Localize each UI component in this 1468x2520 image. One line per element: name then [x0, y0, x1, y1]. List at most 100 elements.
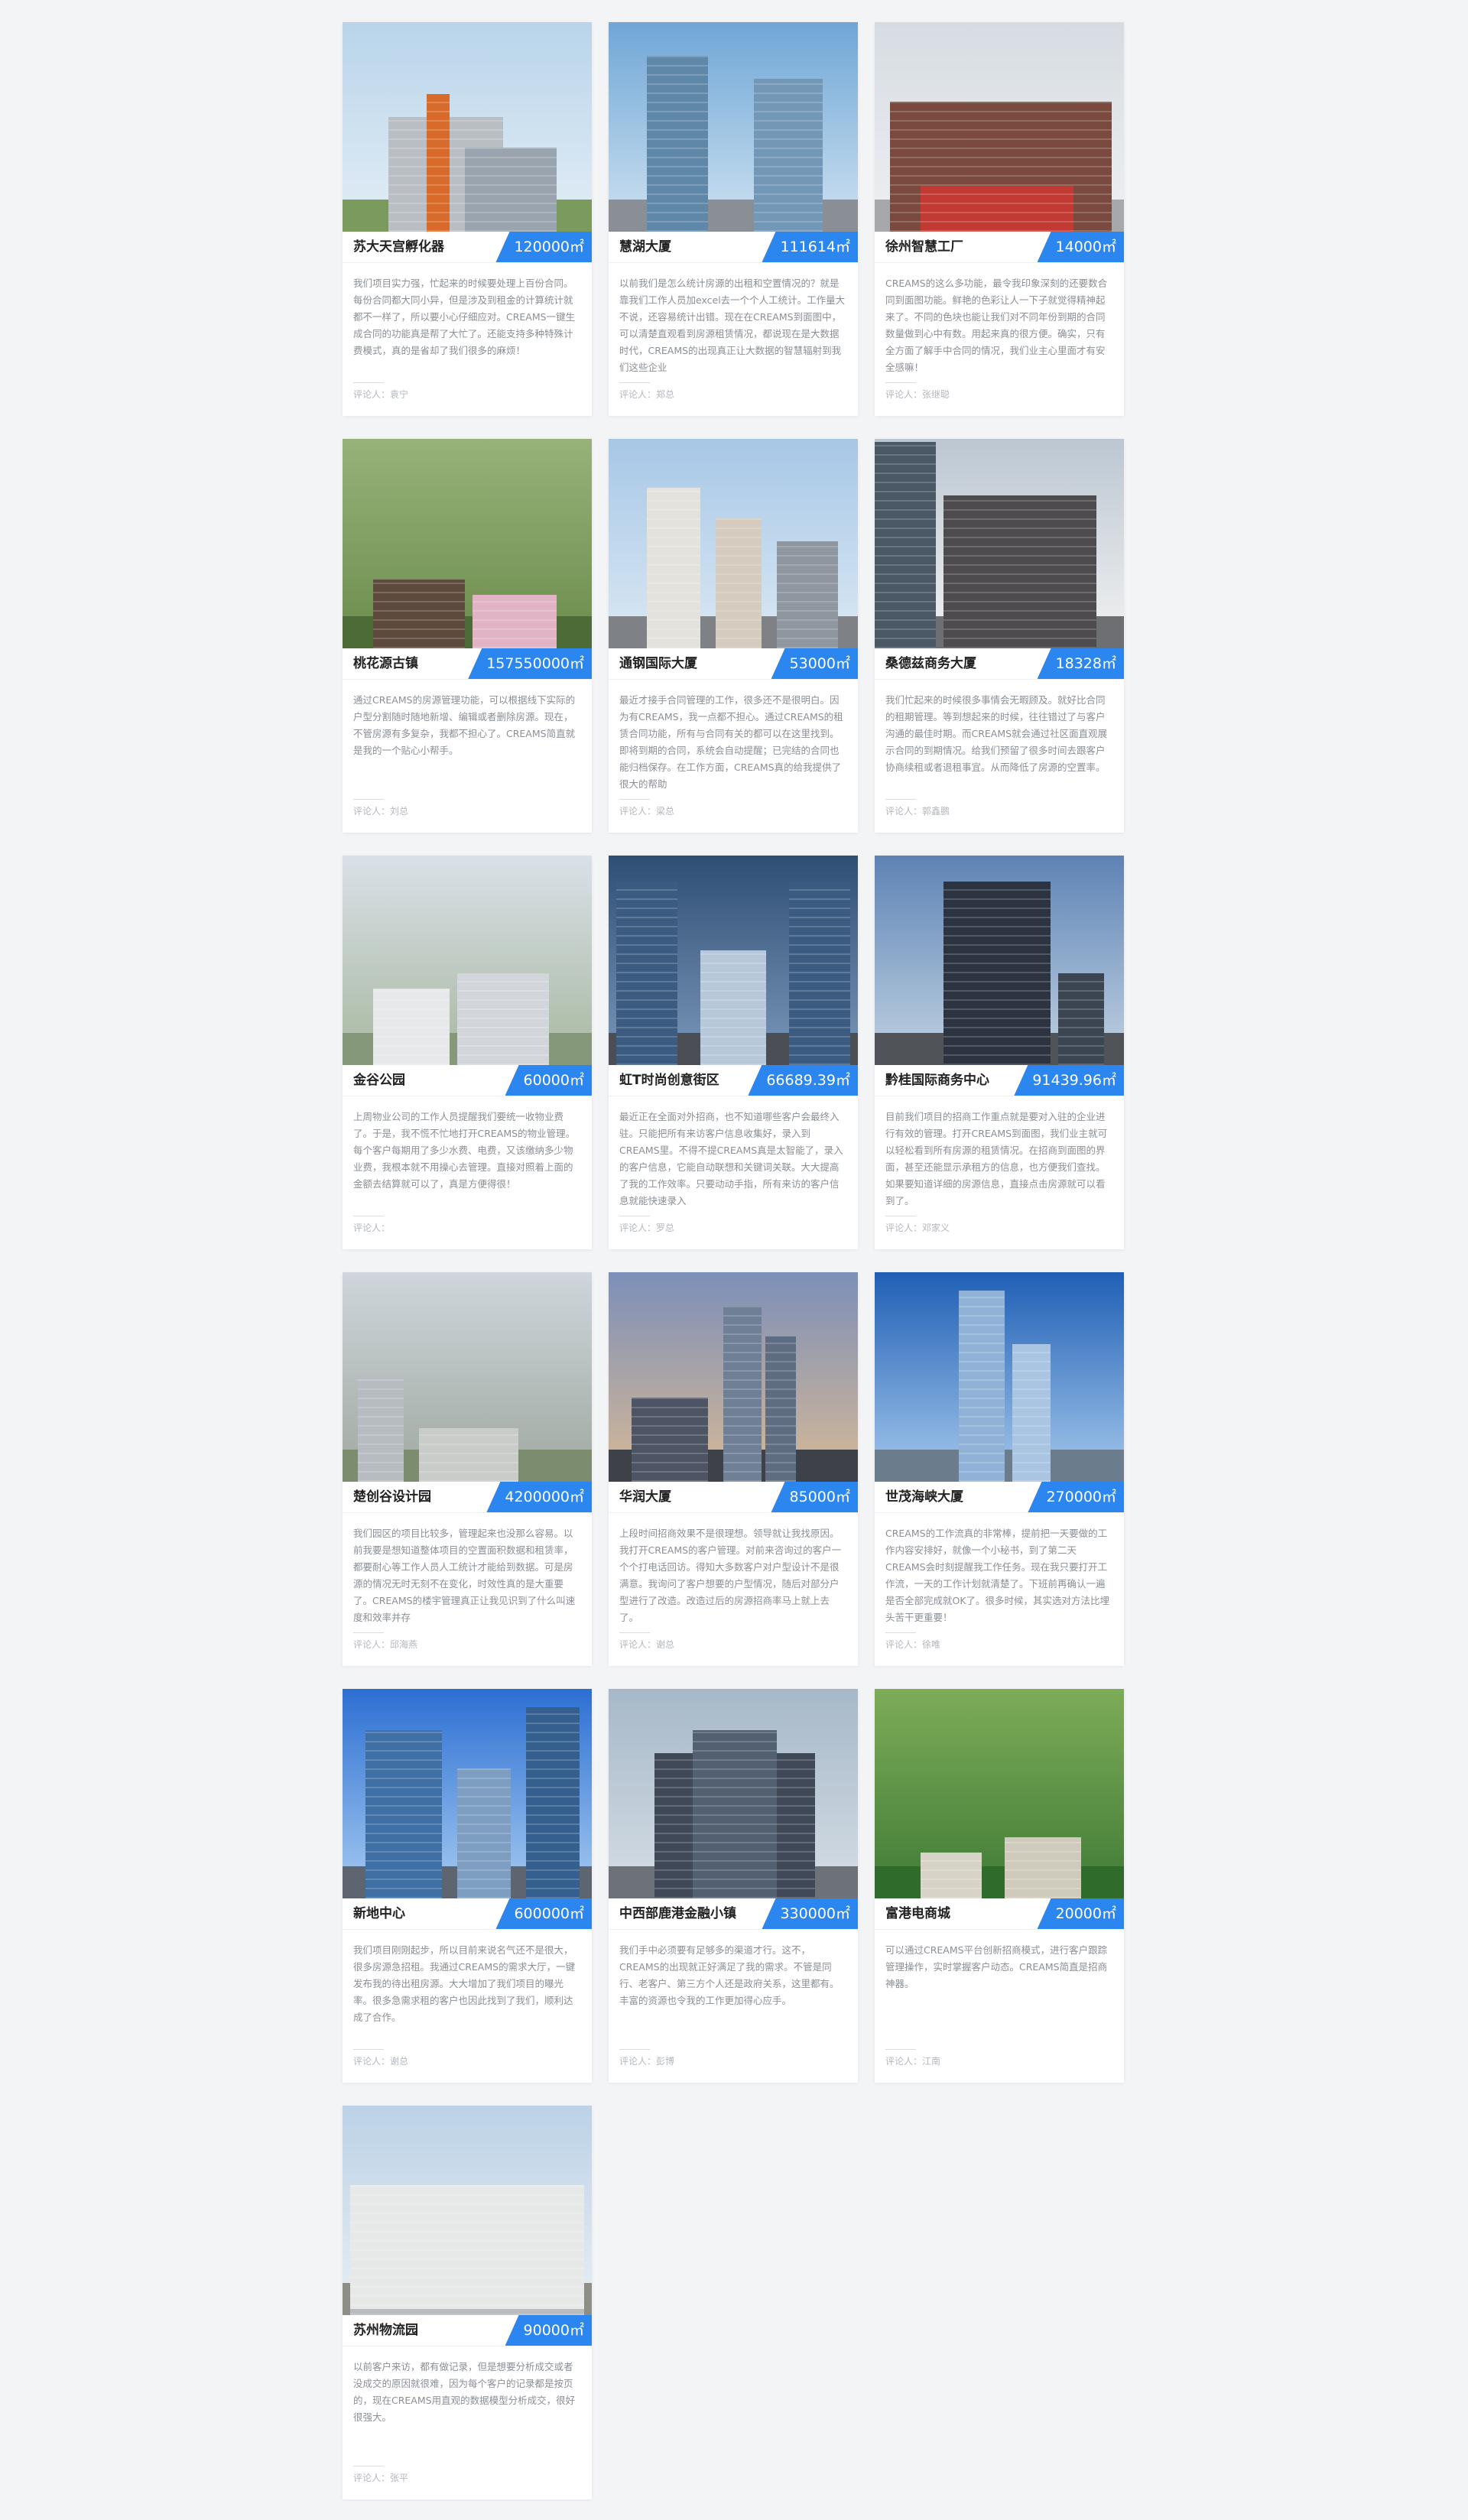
project-review-text: 最近才接手合同管理的工作，很多还不是很明白。因为有CREAMS，我一点都不担心。…: [619, 694, 843, 790]
reviewer-label: 评论人：: [619, 389, 657, 400]
divider: [353, 382, 384, 383]
reviewer: 评论人：彭博: [619, 2054, 847, 2067]
project-photo: [609, 1689, 858, 1898]
project-card[interactable]: 华润大厦 85000㎡ 上段时间招商效果不是很理想。领导就让我找原因。我打开CREA…: [609, 1272, 858, 1666]
project-card[interactable]: 世茂海峡大厦 270000㎡ CREAMS的工作流真的非常棒，提前把一天要做的工作内…: [875, 1272, 1124, 1666]
project-card[interactable]: 徐州智慧工厂 14000㎡ CREAMS的这么多功能，最令我印象深刻的还要数合同到面…: [875, 22, 1124, 416]
project-name: 世茂海峡大厦: [885, 1489, 963, 1505]
divider: [619, 2049, 650, 2050]
project-area-badge: 66689.39㎡: [748, 1065, 858, 1096]
reviewer-name: 郭鑫鹏: [922, 806, 950, 817]
project-name: 慧湖大厦: [619, 239, 671, 255]
project-name: 桑德兹商务大厦: [885, 656, 976, 671]
project-review-text: CREAMS的工作流真的非常棒，提前把一天要做的工作内容安排好，就像一个小秘书，…: [885, 1528, 1110, 1623]
reviewer-label: 评论人：: [619, 806, 657, 817]
project-photo: [875, 22, 1124, 232]
reviewer: 评论人：徐唯: [885, 1638, 1113, 1651]
project-card[interactable]: 新地中心 600000㎡我们项目刚刚起步，所以目前来说名气还不是很大，很多房源急招…: [343, 1689, 592, 2083]
divider: [885, 2049, 916, 2050]
project-photo: [343, 22, 592, 232]
project-review-text: 可以通过CREAMS平台创新招商模式，进行客户跟踪管理操作，实时掌握客户动态。C…: [885, 1944, 1108, 1989]
project-name: 通钢国际大厦: [619, 656, 697, 671]
divider: [353, 2049, 384, 2050]
reviewer-label: 评论人：: [619, 2056, 657, 2067]
project-card[interactable]: 金谷公园 60000㎡ 上周物业公司的工作人员提醒我们要统一收物业费了。于是，我不慌…: [343, 856, 592, 1249]
project-card[interactable]: 桃花源古镇 157550000㎡ 通过CREAMS的房源管理功能，可以根据线下实际的…: [343, 439, 592, 833]
project-review-text: 以前客户来访，都有做记录，但是想要分析成交或者没成交的原因就很难，因为每个客户的…: [353, 2361, 576, 2423]
reviewer: 评论人：刘总: [353, 804, 581, 817]
reviewer-label: 评论人：: [619, 1639, 657, 1650]
project-card[interactable]: 苏大天宫孵化器 120000㎡我们项目实力强，忙起来的时候要处理上百份合同。每份合…: [343, 22, 592, 416]
project-card[interactable]: 楚创谷设计园 4200000㎡ 我们园区的项目比较多，管理起来也没那么容易。以前我要…: [343, 1272, 592, 1666]
project-name: 黔桂国际商务中心: [885, 1073, 989, 1088]
reviewer-label: 评论人：: [353, 1223, 391, 1233]
reviewer: 评论人：张平: [353, 2471, 581, 2484]
project-card[interactable]: 通钢国际大厦 53000㎡最近才接手合同管理的工作，很多还不是很明白。因为有CRE…: [609, 439, 858, 833]
divider: [885, 799, 916, 800]
project-review-text: 通过CREAMS的房源管理功能，可以根据线下实际的户型分割随时随地新增、编辑或者…: [353, 694, 576, 756]
reviewer-name: 谢总: [656, 1639, 675, 1650]
project-title-bar: 慧湖大厦 111614㎡: [609, 232, 858, 263]
divider: [353, 799, 384, 800]
project-name: 虹T时尚创意街区: [619, 1073, 719, 1088]
reviewer: 评论人：谢总: [353, 2054, 581, 2067]
reviewer-label: 评论人：: [885, 1639, 923, 1650]
project-name: 徐州智慧工厂: [885, 239, 963, 255]
project-title-bar: 富港电商城 20000㎡: [875, 1898, 1124, 1930]
project-review-text: 我们园区的项目比较多，管理起来也没那么容易。以前我要是想知道整体项目的空置面积数…: [353, 1528, 576, 1623]
project-card[interactable]: 虹T时尚创意街区 66689.39㎡ 最近正在全面对外招商，也不知道哪些客户会最终入…: [609, 856, 858, 1249]
project-name: 桃花源古镇: [353, 656, 418, 671]
project-area-badge: 53000㎡: [771, 648, 858, 679]
project-area-badge: 111614㎡: [762, 232, 858, 262]
project-area-badge: 4200000㎡: [486, 1482, 592, 1512]
project-area-badge: 20000㎡: [1037, 1898, 1124, 1929]
project-area-badge: 600000㎡: [495, 1898, 592, 1929]
project-area-badge: 60000㎡: [505, 1065, 592, 1096]
reviewer-name: 张平: [390, 2473, 409, 2483]
project-photo: [343, 1689, 592, 1898]
reviewer-name: 罗总: [656, 1223, 675, 1233]
divider: [885, 1632, 916, 1633]
reviewer-label: 评论人：: [353, 806, 391, 817]
project-review-text: 我们项目刚刚起步，所以目前来说名气还不是很大，很多房源急招租。我通过CREAMS…: [353, 1944, 576, 2023]
project-title-bar: 徐州智慧工厂 14000㎡: [875, 232, 1124, 263]
reviewer-name: 徐唯: [922, 1639, 941, 1650]
project-card[interactable]: 富港电商城 20000㎡可以通过CREAMS平台创新招商模式，进行客户跟踪管理操作…: [875, 1689, 1124, 2083]
reviewer-label: 评论人：: [353, 1639, 391, 1650]
project-photo: [609, 22, 858, 232]
project-name: 新地中心: [353, 1906, 405, 1921]
project-title-bar: 中西部鹿港金融小镇 330000㎡: [609, 1898, 858, 1930]
project-card[interactable]: 黔桂国际商务中心 91439.96㎡ 目前我们项目的招商工作重点就是要对入驻的企业进…: [875, 856, 1124, 1249]
reviewer: 评论人：邱海燕: [353, 1638, 581, 1651]
project-review-text: 上段时间招商效果不是很理想。领导就让我找原因。我打开CREAMS的客户管理。对前…: [619, 1528, 842, 1623]
project-review-text: 我们项目实力强，忙起来的时候要处理上百份合同。每份合同都大同小异，但是涉及到租金…: [353, 278, 576, 356]
reviewer-label: 评论人：: [353, 2473, 391, 2483]
project-photo: [875, 1272, 1124, 1482]
project-card[interactable]: 桑德兹商务大厦 18328㎡我们忙起来的时候很多事情会无暇顾及。就好比合同的租期管…: [875, 439, 1124, 833]
divider: [885, 382, 916, 383]
reviewer-label: 评论人：: [353, 389, 391, 400]
reviewer-label: 评论人：: [885, 389, 923, 400]
reviewer-label: 评论人：: [885, 2056, 923, 2067]
project-name: 苏大天宫孵化器: [353, 239, 444, 255]
project-name: 金谷公园: [353, 1073, 405, 1088]
project-card[interactable]: 中西部鹿港金融小镇 330000㎡ 我们手中必须要有足够多的渠道才行。这不，CREA…: [609, 1689, 858, 2083]
reviewer-name: 袁宁: [390, 389, 409, 400]
reviewer-name: 谢总: [390, 2056, 409, 2067]
project-title-bar: 苏大天宫孵化器 120000㎡: [343, 232, 592, 263]
project-photo: [343, 856, 592, 1065]
divider: [353, 1632, 384, 1633]
reviewer-name: 郑总: [656, 389, 675, 400]
project-area-badge: 85000㎡: [771, 1482, 858, 1512]
project-area-badge: 18328㎡: [1037, 648, 1124, 679]
reviewer-name: 江南: [922, 2056, 941, 2067]
reviewer: 评论人：郭鑫鹏: [885, 804, 1113, 817]
reviewer: 评论人：梁总: [619, 804, 847, 817]
reviewer: 评论人：张继聪: [885, 388, 1113, 401]
project-title-bar: 通钢国际大厦 53000㎡: [609, 648, 858, 680]
project-title-bar: 新地中心 600000㎡: [343, 1898, 592, 1930]
project-card[interactable]: 慧湖大厦 111614㎡ 以前我们是怎么统计房源的出租和空置情况的？就是靠我们工作人…: [609, 22, 858, 416]
reviewer-name: 张继聪: [922, 389, 950, 400]
project-card[interactable]: 苏州物流园 90000㎡ 以前客户来访，都有做记录，但是想要分析成交或者没成交的原因…: [343, 2106, 592, 2499]
project-review-text: 我们忙起来的时候很多事情会无暇顾及。就好比合同的租期管理。等到想起来的时候，往往…: [885, 694, 1108, 773]
